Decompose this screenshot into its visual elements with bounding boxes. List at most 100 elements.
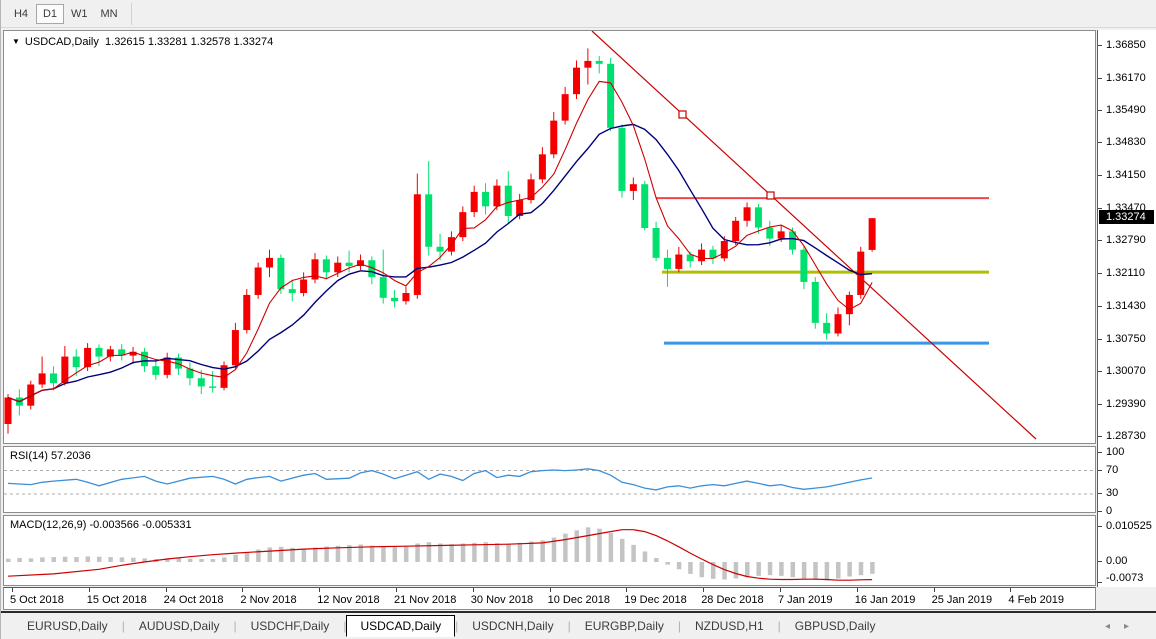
candle-bullish [255,267,262,294]
timeframe-tab-h4[interactable]: H4 [7,4,35,24]
date-axis-tick [703,588,704,592]
date-axis-tick [626,588,627,592]
date-axis-tick [242,588,243,592]
symbol-tab-usdchf[interactable]: USDCHF,Daily [237,615,344,637]
symbol-tab-eurgbp[interactable]: EURGBP,Daily [571,615,678,637]
candle-bearish [323,259,330,272]
macd-histogram-bar [199,559,204,562]
symbol-tab-usdcad[interactable]: USDCAD,Daily [346,615,455,637]
candle-bearish [380,277,387,298]
candle-bullish [84,348,91,367]
macd-histogram-bar [847,562,852,577]
macd-histogram-bar [529,542,534,562]
tab-scroll-right-icon[interactable]: ▸ [1124,621,1143,632]
price-axis-tick [1098,404,1102,405]
date-axis-tick [12,588,13,592]
price-axis-tick [1098,273,1102,274]
candle-bearish [50,373,57,383]
price-axis-label: 1.35490 [1106,104,1146,116]
timeframe-tab-mn[interactable]: MN [95,4,124,24]
macd-histogram-bar [654,558,659,562]
rsi-axis-tick [1098,470,1102,471]
tab-scroll-left-icon[interactable]: ◂ [1105,621,1124,632]
date-axis[interactable]: 5 Oct 201815 Oct 201824 Oct 20182 Nov 20… [3,587,1096,610]
price-axis-tick [1098,306,1102,307]
macd-histogram-bar [563,534,568,562]
date-axis-label: 4 Feb 2019 [1008,594,1064,606]
timeframe-tab-d1[interactable]: D1 [36,4,64,24]
date-axis-label: 12 Nov 2018 [317,594,379,606]
candle-bearish [198,378,205,386]
candle-bullish [732,221,739,241]
date-axis-tick [550,588,551,592]
timeframe-tab-w1[interactable]: W1 [65,4,94,24]
date-axis-tick [166,588,167,592]
macd-histogram-bar [586,527,591,562]
symbol-tab-nzdusd[interactable]: NZDUSD,H1 [681,615,778,637]
price-axis[interactable]: 1.368501.361701.354901.348301.341501.334… [1097,30,1156,587]
trendline-anchor-handle[interactable] [767,192,774,199]
chart-symbol-period: USDCAD,Daily [25,36,99,48]
macd-histogram-bar [518,543,523,562]
candle-bullish [869,218,876,250]
macd-histogram-bar [370,546,375,563]
candle-bullish [630,184,637,191]
candlestick-chart-panel[interactable]: ▼USDCAD,Daily 1.32615 1.33281 1.32578 1.… [3,30,1096,444]
rsi-axis-label: 70 [1106,464,1118,476]
macd-histogram-bar [461,544,466,562]
price-axis-tick [1098,371,1102,372]
symbol-tab-usdcnh[interactable]: USDCNH,Daily [458,615,567,637]
rsi-line [8,469,872,490]
rsi-chart-canvas[interactable] [4,447,1095,512]
candle-bearish [209,386,216,387]
price-axis-label: 1.34150 [1106,169,1146,181]
candle-bullish [721,241,728,258]
candle-bearish [277,258,284,289]
macd-histogram-bar [313,547,318,562]
date-axis-tick [1010,588,1011,592]
macd-histogram-bar [575,530,580,562]
price-axis-tick [1098,339,1102,340]
macd-indicator-panel[interactable]: MACD(12,26,9) -0.003566 -0.005331 [3,515,1096,586]
date-axis-label: 28 Dec 2018 [701,594,763,606]
candle-bearish [141,352,148,366]
macd-histogram-bar [131,558,136,562]
symbol-tab-eurusd[interactable]: EURUSD,Daily [13,615,122,637]
date-axis-tick [89,588,90,592]
symbol-tab-gbpusd[interactable]: GBPUSD,Daily [781,615,890,637]
date-axis-label: 10 Dec 2018 [548,594,610,606]
candle-bearish [618,128,625,191]
price-axis-label: 1.34830 [1106,136,1146,148]
macd-histogram-bar [643,551,648,562]
macd-histogram-bar [756,562,761,576]
candle-bearish [505,186,512,216]
macd-histogram-bar [791,562,796,577]
candle-bearish [653,228,660,258]
symbol-tab-audusd[interactable]: AUDUSD,Daily [125,615,234,637]
macd-axis-label: 0.010525 [1106,520,1152,532]
date-axis-tick [473,588,474,592]
candle-bearish [289,289,296,293]
price-axis-label: 1.36850 [1106,39,1146,51]
trendline-anchor-handle[interactable] [679,111,686,118]
price-axis-tick [1098,142,1102,143]
macd-axis-tick [1098,526,1102,527]
current-price-badge: 1.33274 [1099,210,1154,224]
macd-histogram-bar [734,562,739,579]
price-axis-label: 1.31430 [1106,300,1146,312]
candle-bearish [766,228,773,239]
tab-scroll-arrows[interactable]: ◂▸ [1105,621,1143,632]
candlestick-chart-canvas[interactable] [4,31,1095,443]
candle-bullish [744,207,751,220]
date-axis-tick [319,588,320,592]
candle-bearish [482,192,489,206]
chart-dropdown-icon[interactable]: ▼ [12,37,20,46]
macd-histogram-bar [51,557,56,562]
macd-histogram-bar [813,562,818,580]
rsi-indicator-panel[interactable]: RSI(14) 57.2036 [3,446,1096,513]
rsi-axis-tick [1098,511,1102,512]
date-axis-tick [857,588,858,592]
macd-histogram-bar [825,562,830,580]
candle-bearish [391,298,398,301]
slow-moving-average-line [8,124,872,401]
